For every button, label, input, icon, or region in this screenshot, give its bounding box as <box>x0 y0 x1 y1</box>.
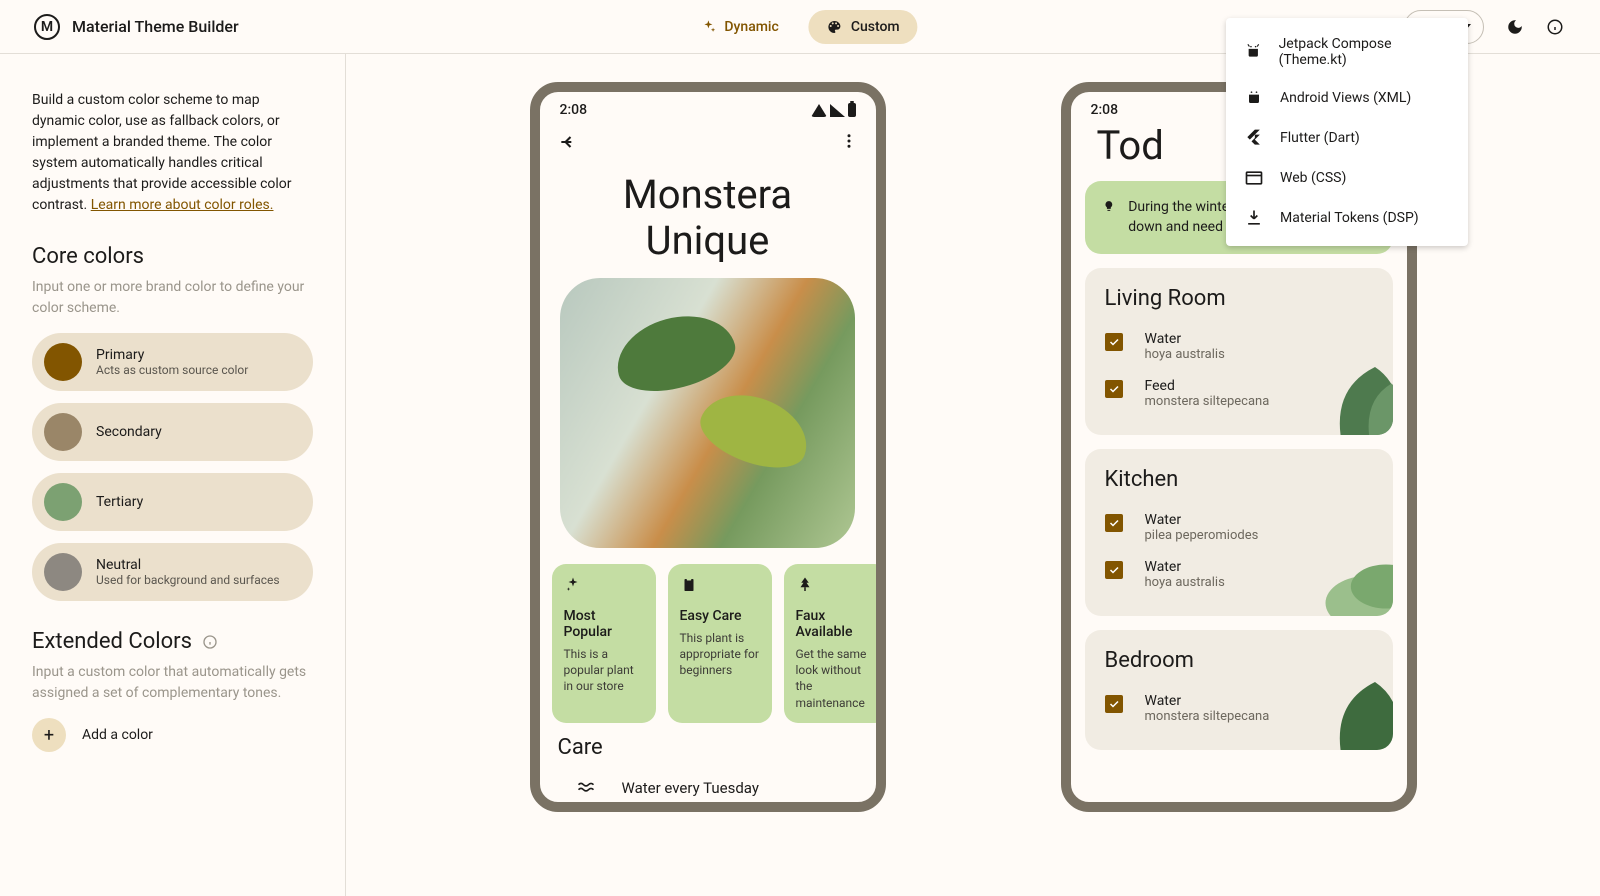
color-item-tertiary[interactable]: Tertiary <box>32 473 313 531</box>
swatch-tertiary <box>44 483 82 521</box>
card-faux: Faux Available Get the same look without… <box>784 564 886 723</box>
checkbox[interactable] <box>1105 333 1123 351</box>
preview-phone-detail: 2:08 MonsteraUnique Most Popular T <box>530 82 886 812</box>
tab-custom[interactable]: Custom <box>809 10 918 44</box>
leaf-decoration <box>1309 345 1393 435</box>
mode-tabs: Dynamic Custom <box>682 10 917 44</box>
extended-colors-sub: Input a custom color that automatically … <box>32 662 313 704</box>
export-option-compose[interactable]: Jetpack Compose (Theme.kt) <box>1226 26 1468 78</box>
color-item-secondary[interactable]: Secondary <box>32 403 313 461</box>
sparkle-icon <box>564 576 582 594</box>
plant-title: MonsteraUnique <box>540 162 876 272</box>
back-icon[interactable] <box>558 132 578 152</box>
logo-area: M Material Theme Builder <box>34 14 239 40</box>
web-icon <box>1244 168 1264 188</box>
clipboard-icon <box>680 576 698 594</box>
extended-colors-title: Extended Colors <box>32 629 313 654</box>
core-colors-sub: Input one or more brand color to define … <box>32 277 313 319</box>
info-cards-row: Most Popular This is a popular plant in … <box>540 564 876 723</box>
swatch-primary <box>44 343 82 381</box>
care-item-feed: Feed once monthly <box>558 806 858 812</box>
export-dropdown-menu: Jetpack Compose (Theme.kt) Android Views… <box>1226 18 1468 246</box>
sparkle-icon <box>700 19 716 35</box>
app-bar <box>540 122 876 162</box>
swatch-neutral <box>44 553 82 591</box>
care-section: Care Water every Tuesday Feed once month… <box>540 723 876 812</box>
status-time: 2:08 <box>560 102 588 118</box>
app-title: Material Theme Builder <box>72 17 239 36</box>
plant-image <box>560 278 855 548</box>
dark-mode-icon[interactable] <box>1506 18 1524 36</box>
info-icon[interactable] <box>202 634 218 650</box>
leaf-decoration <box>1309 660 1393 750</box>
color-item-primary[interactable]: Primary Acts as custom source color <box>32 333 313 391</box>
export-option-flutter[interactable]: Flutter (Dart) <box>1226 118 1468 158</box>
waves-icon <box>576 778 596 798</box>
card-most-popular: Most Popular This is a popular plant in … <box>552 564 656 723</box>
battery-icon <box>848 103 856 117</box>
flutter-icon <box>1244 128 1264 148</box>
android-icon <box>1244 42 1263 62</box>
sidebar: Build a custom color scheme to map dynam… <box>0 54 346 896</box>
lightbulb-icon <box>1103 197 1115 215</box>
wifi-icon <box>811 104 827 117</box>
care-title: Care <box>558 735 858 760</box>
checkbox[interactable] <box>1105 380 1123 398</box>
core-colors-title: Core colors <box>32 244 313 269</box>
tree-icon <box>796 576 814 594</box>
room-card-bedroom: Bedroom Watermonstera siltepecana <box>1085 630 1393 750</box>
status-bar: 2:08 <box>540 92 876 122</box>
export-option-web[interactable]: Web (CSS) <box>1226 158 1468 198</box>
export-option-views[interactable]: Android Views (XML) <box>1226 78 1468 118</box>
signal-icon <box>830 104 845 117</box>
card-easy-care: Easy Care This plant is appropriate for … <box>668 564 772 723</box>
material-logo-icon: M <box>34 14 60 40</box>
color-item-neutral[interactable]: Neutral Used for background and surfaces <box>32 543 313 601</box>
room-card-living: Living Room Waterhoya australis Feedmons… <box>1085 268 1393 435</box>
plus-icon: + <box>32 718 66 752</box>
export-option-dsp[interactable]: Material Tokens (DSP) <box>1226 198 1468 238</box>
sidebar-description: Build a custom color scheme to map dynam… <box>32 90 313 216</box>
status-time: 2:08 <box>1091 102 1119 118</box>
palette-icon <box>827 19 843 35</box>
add-color-button[interactable]: + Add a color <box>32 718 313 752</box>
leaf-decoration <box>1309 526 1393 616</box>
learn-more-link[interactable]: Learn more about color roles. <box>91 197 274 213</box>
checkbox[interactable] <box>1105 695 1123 713</box>
header: M Material Theme Builder Dynamic Custom … <box>0 0 1600 54</box>
checkbox[interactable] <box>1105 514 1123 532</box>
checkbox[interactable] <box>1105 561 1123 579</box>
info-icon[interactable] <box>1546 18 1564 36</box>
tab-dynamic[interactable]: Dynamic <box>682 10 796 44</box>
more-vert-icon[interactable] <box>840 132 858 150</box>
room-card-kitchen: Kitchen Waterpilea peperomiodes Waterhoy… <box>1085 449 1393 616</box>
download-icon <box>1244 208 1264 228</box>
swatch-secondary <box>44 413 82 451</box>
care-item-water: Water every Tuesday <box>558 770 858 806</box>
android-icon <box>1244 88 1264 108</box>
